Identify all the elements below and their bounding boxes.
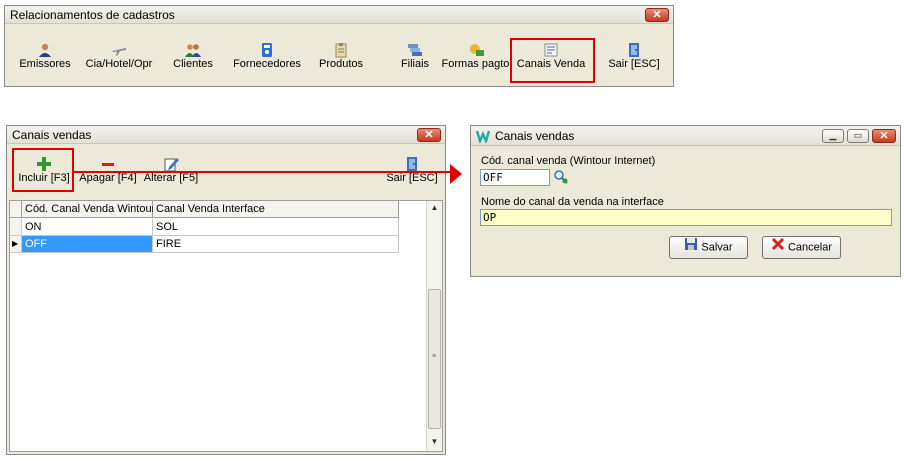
- highlight-add-button: [12, 148, 74, 192]
- scroll-down-arrow-icon[interactable]: ▼: [427, 437, 442, 446]
- main-window-title: Relacionamentos de cadastros: [10, 8, 175, 22]
- save-button[interactable]: Salvar: [669, 236, 748, 259]
- toolbar-fornecedores-button[interactable]: Fornecedores: [231, 42, 303, 70]
- row-indicator-current: ▶: [10, 236, 22, 253]
- maximize-button[interactable]: ▭: [847, 129, 869, 143]
- highlight-canais-venda: [510, 38, 595, 83]
- column-header-interface[interactable]: Canal Venda Interface: [153, 201, 399, 218]
- toolbar-produtos-button[interactable]: Produtos: [313, 42, 369, 70]
- users-icon: [185, 42, 201, 58]
- cancel-button-label: Cancelar: [787, 241, 833, 254]
- toolbar-label: Emissores: [19, 58, 71, 70]
- edit-close-button[interactable]: ✕: [872, 129, 896, 143]
- scroll-up-arrow-icon[interactable]: ▲: [427, 203, 442, 212]
- clipboard-icon: [333, 42, 349, 58]
- toolbar-label: Sair [ESC]: [608, 58, 660, 70]
- toolbar-cia-hotel-button[interactable]: Cia/Hotel/Opr: [81, 42, 157, 70]
- grid-cell-codigo[interactable]: OFF: [22, 236, 153, 253]
- edit-titlebar: Canais vendas ▁ ▭ ✕: [471, 126, 900, 146]
- canais-grid[interactable]: Cód. Canal Venda Wintour Canal Venda Int…: [9, 200, 443, 452]
- toolbar-label: Fornecedores: [233, 58, 301, 70]
- save-button-label: Salvar: [701, 241, 733, 254]
- toolbar-label: Clientes: [173, 58, 213, 70]
- grid-cell-interface[interactable]: SOL: [153, 219, 399, 236]
- toolbar-filiais-button[interactable]: Filiais: [391, 42, 439, 70]
- main-close-button[interactable]: ✕: [645, 8, 669, 22]
- toolbar-label: Cia/Hotel/Opr: [85, 58, 153, 70]
- grid-row-indicator-header: [10, 201, 22, 218]
- list-window-title: Canais vendas: [12, 128, 92, 142]
- toolbar-emissores-button[interactable]: Emissores: [15, 42, 75, 70]
- toolbar-clientes-button[interactable]: Clientes: [165, 42, 221, 70]
- name-label: Nome do canal da venda na interface: [481, 196, 664, 208]
- list-close-button[interactable]: ✕: [417, 128, 441, 142]
- grid-cell-codigo[interactable]: ON: [22, 219, 153, 236]
- name-input[interactable]: OP: [480, 209, 892, 226]
- row-indicator: [10, 219, 22, 236]
- grid-cell-interface[interactable]: FIRE: [153, 236, 399, 253]
- code-input[interactable]: OFF: [480, 169, 550, 186]
- grid-vertical-scrollbar[interactable]: ▲ ≡ ▼: [426, 201, 442, 451]
- user-icon: [37, 42, 53, 58]
- phone-book-icon: [259, 42, 275, 58]
- list-titlebar: Canais vendas ✕: [7, 126, 445, 144]
- flow-arrow-icon: [74, 164, 462, 184]
- payment-icon: [469, 42, 485, 58]
- column-header-codigo[interactable]: Cód. Canal Venda Wintour: [22, 201, 155, 218]
- stack-icon: [407, 42, 423, 58]
- cancel-button[interactable]: Cancelar: [762, 236, 841, 259]
- toolbar-formas-pagto-button[interactable]: Formas pagto.: [441, 42, 513, 70]
- exit-door-icon: [626, 42, 642, 58]
- code-label: Cód. canal venda (Wintour Internet): [481, 155, 656, 167]
- scroll-thumb[interactable]: ≡: [428, 289, 441, 429]
- app-logo-icon: [475, 129, 491, 146]
- toolbar-label: Filiais: [400, 58, 430, 70]
- edit-window-title: Canais vendas: [495, 129, 575, 143]
- airplane-icon: [111, 42, 127, 58]
- toolbar-label: Produtos: [318, 58, 364, 70]
- minimize-button[interactable]: ▁: [822, 129, 844, 143]
- toolbar-sair-button[interactable]: Sair [ESC]: [603, 42, 665, 70]
- search-icon[interactable]: [553, 169, 569, 188]
- edit-window: Canais vendas ▁ ▭ ✕ Cód. canal venda (Wi…: [470, 125, 901, 277]
- floppy-disk-icon: [684, 237, 698, 259]
- cancel-x-icon: [771, 237, 785, 259]
- main-titlebar: Relacionamentos de cadastros ✕: [5, 6, 673, 24]
- toolbar-label: Formas pagto.: [441, 58, 513, 70]
